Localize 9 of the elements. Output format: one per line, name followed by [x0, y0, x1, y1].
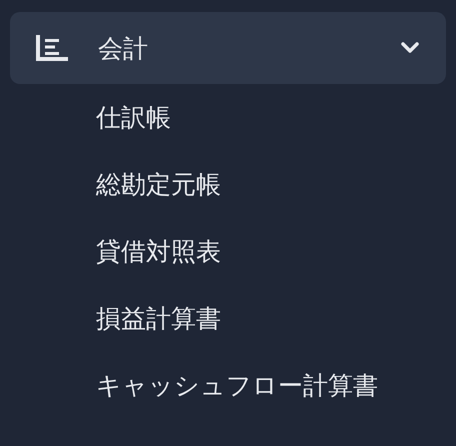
- chevron-icon: [400, 41, 420, 55]
- ledger-icon: [36, 35, 68, 61]
- menu-item[interactable]: 仕訳帳: [96, 101, 171, 134]
- menu-item[interactable]: キャッシュフロー計算書: [96, 369, 378, 402]
- menu-item[interactable]: 貸借対照表: [96, 235, 221, 268]
- menu-item[interactable]: 損益計算書: [96, 302, 221, 335]
- menu-header[interactable]: 会計: [10, 12, 446, 84]
- menu-label: 会計: [98, 32, 149, 64]
- menu-item[interactable]: 総勘定元帳: [96, 168, 221, 201]
